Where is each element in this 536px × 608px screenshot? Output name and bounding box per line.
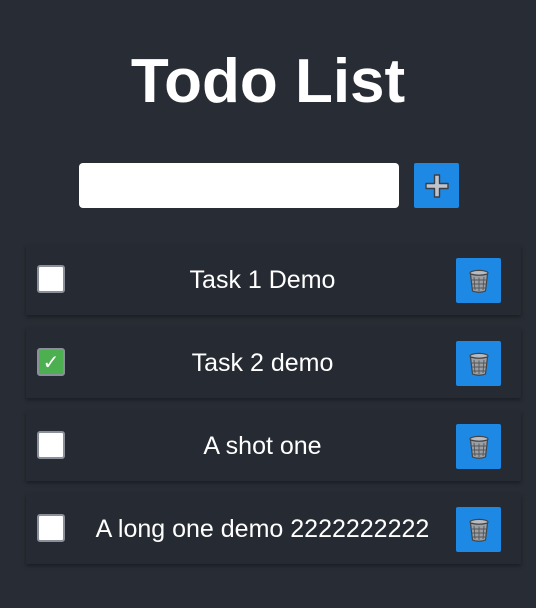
add-task-form [79,163,459,209]
delete-button[interactable] [456,258,501,303]
plus-icon [424,173,449,198]
trash-icon [468,435,489,459]
trash-icon [468,269,489,293]
delete-button[interactable] [456,424,501,469]
new-task-input[interactable] [79,163,399,208]
todo-checkbox[interactable] [37,431,65,459]
todo-item: A shot one [26,411,521,481]
add-task-button[interactable] [414,163,459,208]
todo-text: A long one demo 2222222222 [95,515,430,543]
todo-item: Task 1 Demo [26,245,521,315]
todo-checkbox[interactable] [37,514,65,542]
trash-icon [468,518,489,542]
trash-icon [468,352,489,376]
todo-text: Task 1 Demo [189,266,336,294]
delete-button[interactable] [456,507,501,552]
todo-checkbox[interactable] [37,265,65,293]
todo-item: A long one demo 2222222222 [26,494,521,564]
page-title: Todo List [130,47,406,116]
todo-checkbox[interactable]: ✓ [37,348,65,376]
todo-list: Task 1 Demo ✓ Task 2 demo A shot one A l… [26,245,521,577]
todo-text: A shot one [203,432,322,460]
delete-button[interactable] [456,341,501,386]
todo-item: ✓ Task 2 demo [26,328,521,398]
todo-text: Task 2 demo [191,349,334,377]
